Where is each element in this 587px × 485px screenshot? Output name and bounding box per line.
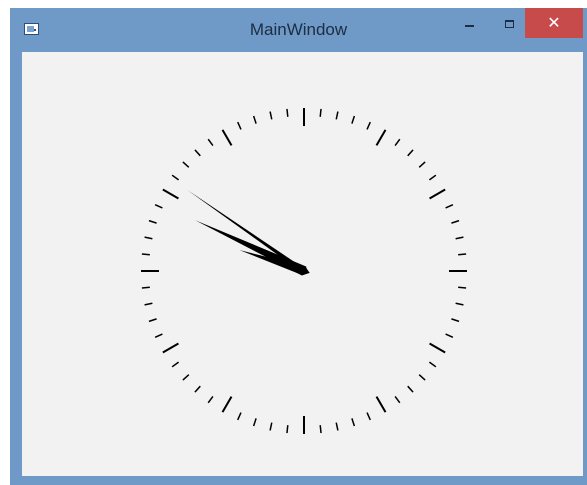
minute-tick — [418, 374, 426, 381]
minute-tick — [194, 149, 201, 157]
minimize-icon — [464, 25, 474, 27]
maximize-button[interactable] — [494, 8, 524, 38]
minute-tick — [154, 204, 163, 209]
minute-tick — [269, 422, 273, 431]
minute-tick — [237, 412, 242, 421]
minute-tick — [455, 236, 464, 240]
minute-tick — [207, 395, 214, 404]
hour-tick — [429, 342, 446, 354]
hour-tick — [162, 342, 179, 354]
clock-hands — [187, 189, 310, 276]
minute-tick — [182, 374, 190, 381]
minute-tick — [171, 361, 180, 368]
minute-tick — [455, 302, 464, 306]
minute-tick — [428, 361, 437, 368]
minute-tick — [194, 385, 201, 393]
minute-tick — [207, 138, 214, 147]
minute-tick — [141, 286, 150, 289]
maximize-icon — [504, 20, 514, 28]
minute-tick — [269, 111, 273, 120]
minute-tick — [182, 161, 190, 168]
minute-tick — [286, 425, 289, 434]
minute-tick — [252, 418, 257, 427]
analog-clock — [141, 108, 467, 434]
minute-tick — [171, 174, 180, 181]
minute-tick — [335, 111, 339, 120]
minute-tick — [154, 333, 163, 338]
minute-tick — [319, 108, 322, 117]
hour-tick — [375, 396, 387, 413]
minute-tick — [144, 236, 153, 240]
minute-tick — [394, 395, 401, 404]
minute-tick — [286, 108, 289, 117]
minute-tick — [144, 302, 153, 306]
minute-tick — [335, 422, 339, 431]
hour-tick — [429, 188, 446, 200]
minute-tick — [351, 418, 356, 427]
minute-tick — [319, 425, 322, 434]
minute-tick — [458, 286, 467, 289]
hour-tick — [221, 396, 233, 413]
minute-tick — [407, 149, 414, 157]
hour-tick — [221, 129, 233, 146]
minute-hand — [187, 189, 308, 274]
minute-tick — [418, 161, 426, 168]
minute-tick — [148, 219, 157, 224]
minute-tick — [366, 121, 371, 130]
close-icon: ✕ — [547, 15, 561, 32]
title-bar[interactable]: MainWindow ✕ — [10, 8, 587, 51]
minute-tick — [451, 318, 460, 323]
minute-tick — [141, 253, 150, 256]
minute-tick — [445, 333, 454, 338]
close-button[interactable]: ✕ — [525, 8, 583, 38]
minute-tick — [458, 253, 467, 256]
minute-tick — [237, 121, 242, 130]
minute-tick — [451, 219, 460, 224]
minute-tick — [351, 115, 356, 124]
minute-tick — [252, 115, 257, 124]
minute-tick — [407, 385, 414, 393]
minute-tick — [428, 174, 437, 181]
hour-tick — [162, 188, 179, 200]
minute-tick — [394, 138, 401, 147]
minute-tick — [148, 318, 157, 323]
hour-tick — [375, 129, 387, 146]
minute-tick — [445, 204, 454, 209]
minute-tick — [366, 412, 371, 421]
window-client-area — [22, 52, 583, 476]
minimize-button[interactable] — [454, 8, 484, 38]
main-window: MainWindow ✕ — [10, 8, 587, 485]
